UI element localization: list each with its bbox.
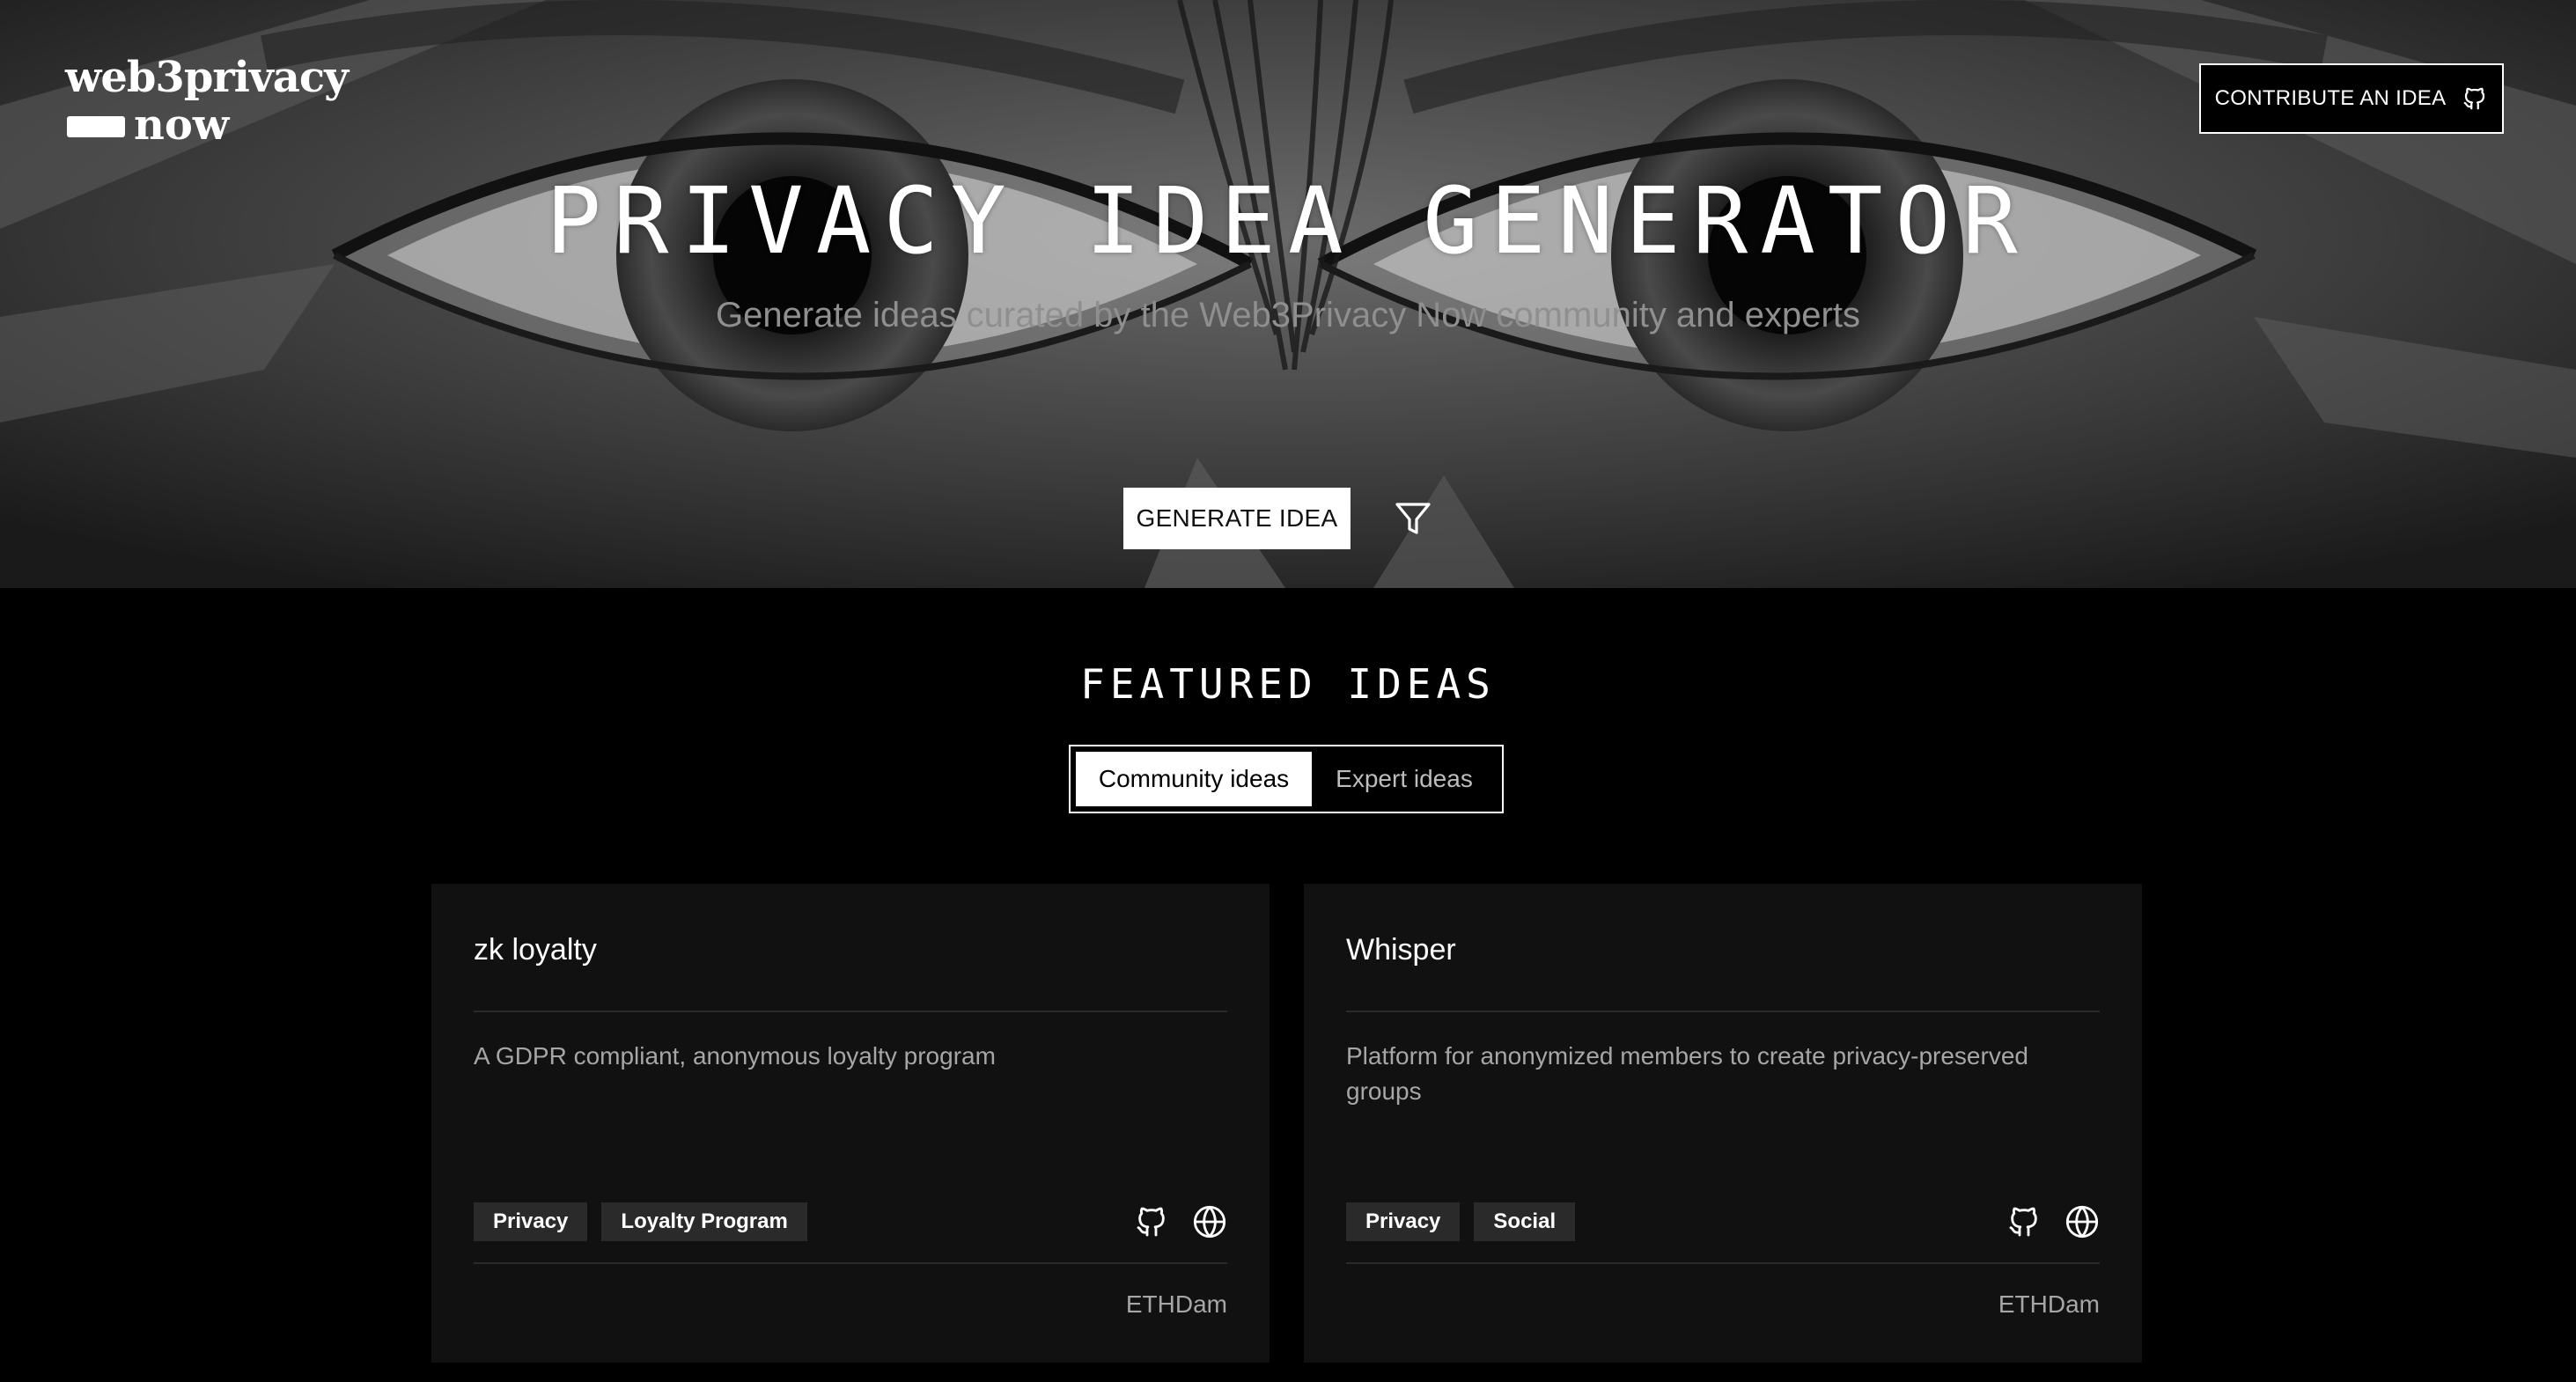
globe-icon[interactable] [1192,1204,1227,1239]
hero-banner: web3privacy now CONTRIBUTE AN IDEA PRIVA… [0,0,2576,588]
logo-text-line1: web3privacy [65,53,349,102]
idea-event: ETHDam [1125,1290,1227,1318]
divider [474,1011,1227,1012]
contribute-idea-label: CONTRIBUTE AN IDEA [2214,86,2447,110]
tag: Privacy [474,1202,588,1241]
divider [1346,1262,2100,1264]
page-subtitle: Generate ideas curated by the Web3Privac… [716,296,1860,334]
divider [474,1262,1227,1264]
generate-idea-button[interactable]: GENERATE IDEA [1123,488,1351,549]
globe-icon[interactable] [2064,1204,2100,1239]
divider [1346,1011,2100,1012]
logo-bar [67,116,125,137]
featured-ideas-heading: FEATURED IDEAS [1080,660,1496,708]
idea-title: zk loyalty [474,933,597,967]
idea-card[interactable]: Whisper Platform for anonymized members … [1304,884,2142,1363]
tag: Social [1474,1202,1576,1241]
idea-tags: Privacy Loyalty Program [474,1202,807,1241]
idea-card[interactable]: zk loyalty A GDPR compliant, anonymous l… [431,884,1270,1363]
contribute-idea-button[interactable]: CONTRIBUTE AN IDEA [2199,63,2504,134]
tab-community-ideas[interactable]: Community ideas [1076,752,1312,806]
idea-links [2006,1204,2100,1239]
logo-text-line2: now [134,100,230,150]
idea-title: Whisper [1346,933,1456,967]
tag: Privacy [1346,1202,1461,1241]
tab-expert-ideas[interactable]: Expert ideas [1312,752,1497,806]
github-icon [2464,87,2485,110]
idea-event: ETHDam [1998,1290,2100,1318]
idea-description: Platform for anonymized members to creat… [1346,1042,2028,1105]
logo[interactable]: web3privacy now [65,53,356,150]
github-icon[interactable] [2006,1204,2042,1239]
filter-icon [1395,503,1431,534]
tag: Loyalty Program [601,1202,807,1241]
github-icon[interactable] [1134,1204,1169,1239]
page-title: PRIVACY IDEA GENERATOR [546,167,2030,275]
idea-links [1134,1204,1227,1239]
idea-description: A GDPR compliant, anonymous loyalty prog… [474,1042,996,1070]
idea-tags: Privacy Social [1346,1202,1576,1241]
idea-source-tabs: Community ideas Expert ideas [1069,745,1504,813]
filter-button[interactable] [1389,495,1437,542]
